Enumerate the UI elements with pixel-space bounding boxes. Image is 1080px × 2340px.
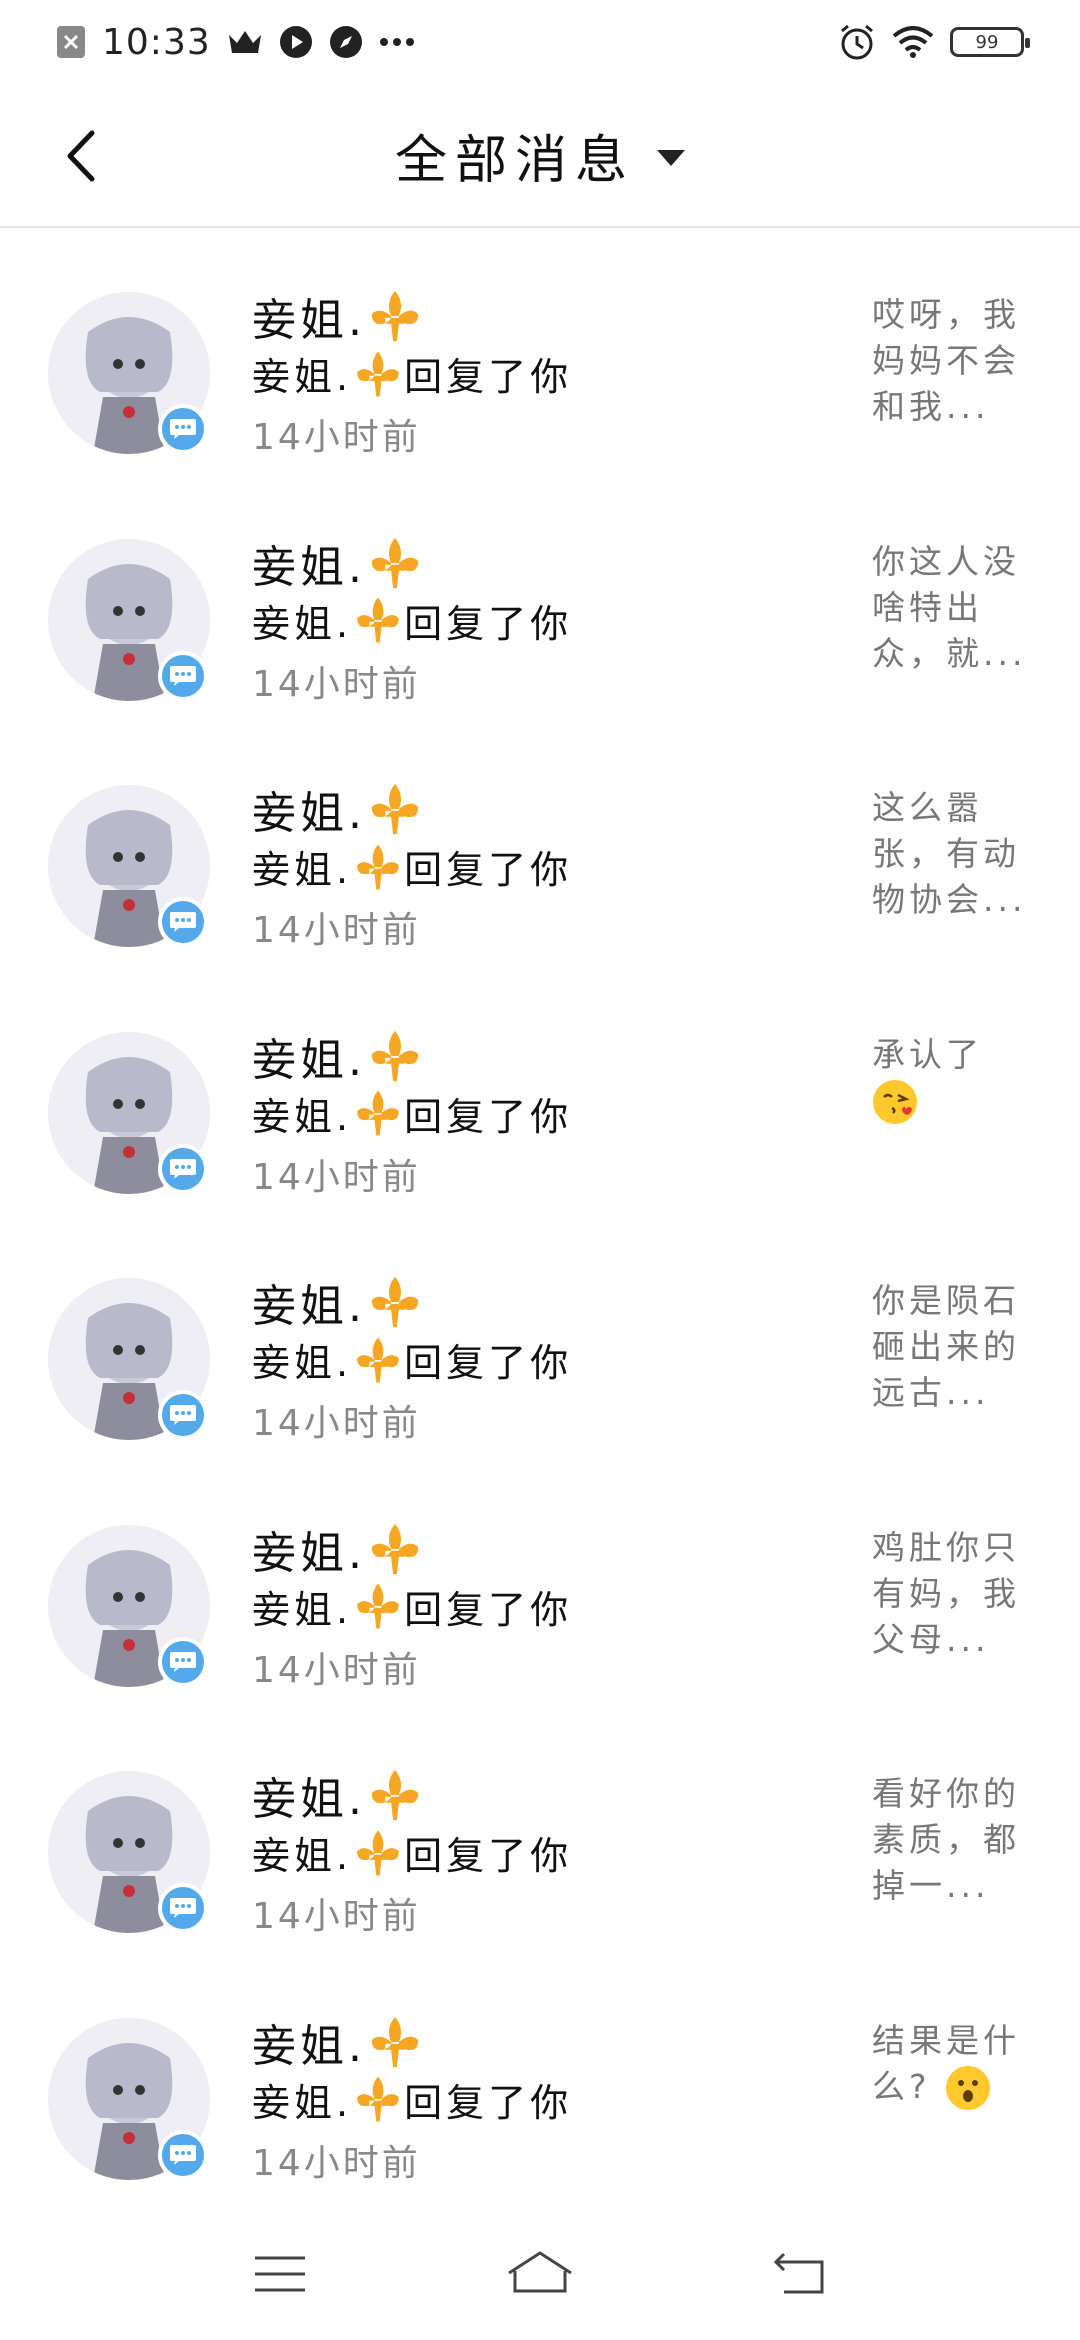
timestamp: 14小时前 [252, 1649, 421, 1691]
menu-icon [255, 2256, 305, 2292]
message-item[interactable]: 妾姐. 妾姐. 回复了你 14小时前 鸡肚你只有妈，我父母... [0, 1461, 1080, 1708]
timestamp: 14小时前 [252, 663, 421, 705]
action-line: 妾姐. 回复了你 [252, 346, 572, 401]
home-icon [508, 2251, 572, 2293]
message-item[interactable]: 妾姐. 妾姐. 回复了你 14小时前 你这人没啥特出众，就... [0, 475, 1080, 722]
fleur-de-lis-icon [357, 2076, 399, 2122]
preview-text: 你这人没啥特出众，就... [872, 541, 1027, 673]
message-item[interactable]: 妾姐. 妾姐. 回复了你 14小时前 这么嚣张，有动物协会... [0, 721, 1080, 968]
chat-bubble-badge-icon [158, 1390, 208, 1440]
fleur-de-lis-icon [371, 1030, 419, 1081]
preview-text: 结果是什么? [872, 2018, 1042, 2112]
fleur-de-lis-icon [357, 1336, 399, 1383]
chat-bubble-badge-icon [158, 404, 208, 454]
compass-icon [329, 25, 363, 59]
sender-name: 妾姐. [252, 2010, 424, 2074]
sender-name: 妾姐. [252, 777, 424, 841]
chat-bubble-badge-icon [158, 1883, 208, 1933]
menu-button[interactable] [240, 2234, 320, 2314]
fleur-de-lis-icon [357, 597, 399, 643]
chat-bubble-badge-icon [158, 1143, 208, 1194]
chat-bubble-badge-icon [158, 2129, 208, 2180]
fleur-de-lis-icon [371, 1769, 419, 1821]
back-button[interactable] [50, 126, 110, 186]
play-circle-icon [279, 25, 313, 59]
page-title: 全部消息 [394, 130, 635, 191]
action-line: 妾姐. 回复了你 [252, 1332, 572, 1387]
title-dropdown[interactable]: 全部消息 [395, 118, 685, 193]
chat-bubble-badge-icon [158, 650, 208, 701]
chevron-left-icon [67, 130, 95, 182]
message-item[interactable]: 妾姐. 妾姐. 回复了你 14小时前 你是陨石砸出来的远古... [0, 1214, 1080, 1461]
timestamp: 14小时前 [252, 1403, 421, 1444]
fleur-de-lis-icon [371, 1523, 419, 1574]
fleur-de-lis-icon [357, 843, 399, 890]
chat-bubble-badge-icon [158, 897, 208, 947]
fleur-de-lis-icon [357, 1829, 399, 1876]
crown-icon [227, 27, 263, 57]
action-line: 妾姐. 回复了你 [252, 593, 572, 648]
triangle-down-icon [657, 150, 685, 166]
header: 全部消息 [0, 84, 1080, 228]
fleur-de-lis-icon [357, 1583, 399, 1629]
preview-text: 鸡肚你只有妈，我父母... [872, 1527, 1020, 1659]
status-left: 10:33 [56, 22, 415, 63]
status-bar: 10:33 99 [0, 0, 1080, 84]
preview-text: 这么嚣张，有动物协会... [872, 788, 1027, 919]
fleur-de-lis-icon [371, 290, 419, 342]
action-line: 妾姐. 回复了你 [252, 839, 572, 894]
back-icon [773, 2252, 824, 2294]
sender-name: 妾姐. [252, 1517, 424, 1581]
sender-name: 妾姐. [252, 531, 424, 595]
preview-text: 哎呀，我妈妈不会和我... [872, 295, 1020, 426]
home-button[interactable] [500, 2234, 580, 2314]
sender-name: 妾姐. [252, 1270, 424, 1334]
preview-text: 你是陨石砸出来的远古... [872, 1281, 1020, 1412]
timestamp: 14小时前 [252, 910, 421, 951]
message-item[interactable]: 妾姐. 妾姐. 回复了你 14小时前 看好你的素质，都掉一... [0, 1707, 1080, 1954]
fleur-de-lis-icon [371, 1276, 419, 1328]
sender-name: 妾姐. [252, 1024, 424, 1088]
timestamp: 14小时前 [252, 2142, 421, 2184]
timestamp: 14小时前 [252, 1156, 421, 1198]
message-list[interactable]: 妾姐. 妾姐. 回复了你 14小时前 哎呀，我妈妈不会和我... 妾姐. 妾姐.… [0, 228, 1080, 2208]
clock-time: 10:33 [102, 21, 211, 63]
status-right: 99 [838, 23, 1030, 61]
alarm-icon [838, 23, 876, 61]
message-item[interactable]: 妾姐. 妾姐. 回复了你 14小时前 结果是什么? [0, 1954, 1080, 2201]
sender-name: 妾姐. [252, 284, 424, 348]
action-line: 妾姐. 回复了你 [252, 1825, 572, 1880]
preview-text: 看好你的素质，都掉一... [872, 1774, 1020, 1905]
wifi-icon [892, 26, 934, 58]
timestamp: 14小时前 [252, 417, 421, 458]
surprised-face-icon [946, 2066, 991, 2110]
fleur-de-lis-icon [357, 1090, 399, 1136]
fleur-de-lis-icon [357, 350, 399, 397]
action-line: 妾姐. 回复了你 [252, 1086, 572, 1141]
action-line: 妾姐. 回复了你 [252, 2072, 572, 2127]
sender-name: 妾姐. [252, 1763, 424, 1827]
more-dots-icon [379, 37, 415, 47]
close-box-icon [56, 25, 86, 59]
fleur-de-lis-icon [371, 537, 419, 588]
back-nav-button[interactable] [760, 2234, 840, 2314]
bottom-navigation [0, 2208, 1080, 2340]
message-item[interactable]: 妾姐. 妾姐. 回复了你 14小时前 承认了 [0, 968, 1080, 1215]
message-item[interactable]: 妾姐. 妾姐. 回复了你 14小时前 哎呀，我妈妈不会和我... [0, 228, 1080, 475]
preview-text: 承认了 [872, 1032, 1042, 1126]
action-line: 妾姐. 回复了你 [252, 1579, 572, 1634]
fleur-de-lis-icon [371, 783, 419, 835]
timestamp: 14小时前 [252, 1896, 421, 1937]
kissing-face-icon [873, 1080, 917, 1124]
battery-level: 99 [975, 31, 999, 53]
chat-bubble-badge-icon [158, 1636, 208, 1687]
battery-icon: 99 [950, 27, 1030, 57]
fleur-de-lis-icon [371, 2016, 419, 2067]
